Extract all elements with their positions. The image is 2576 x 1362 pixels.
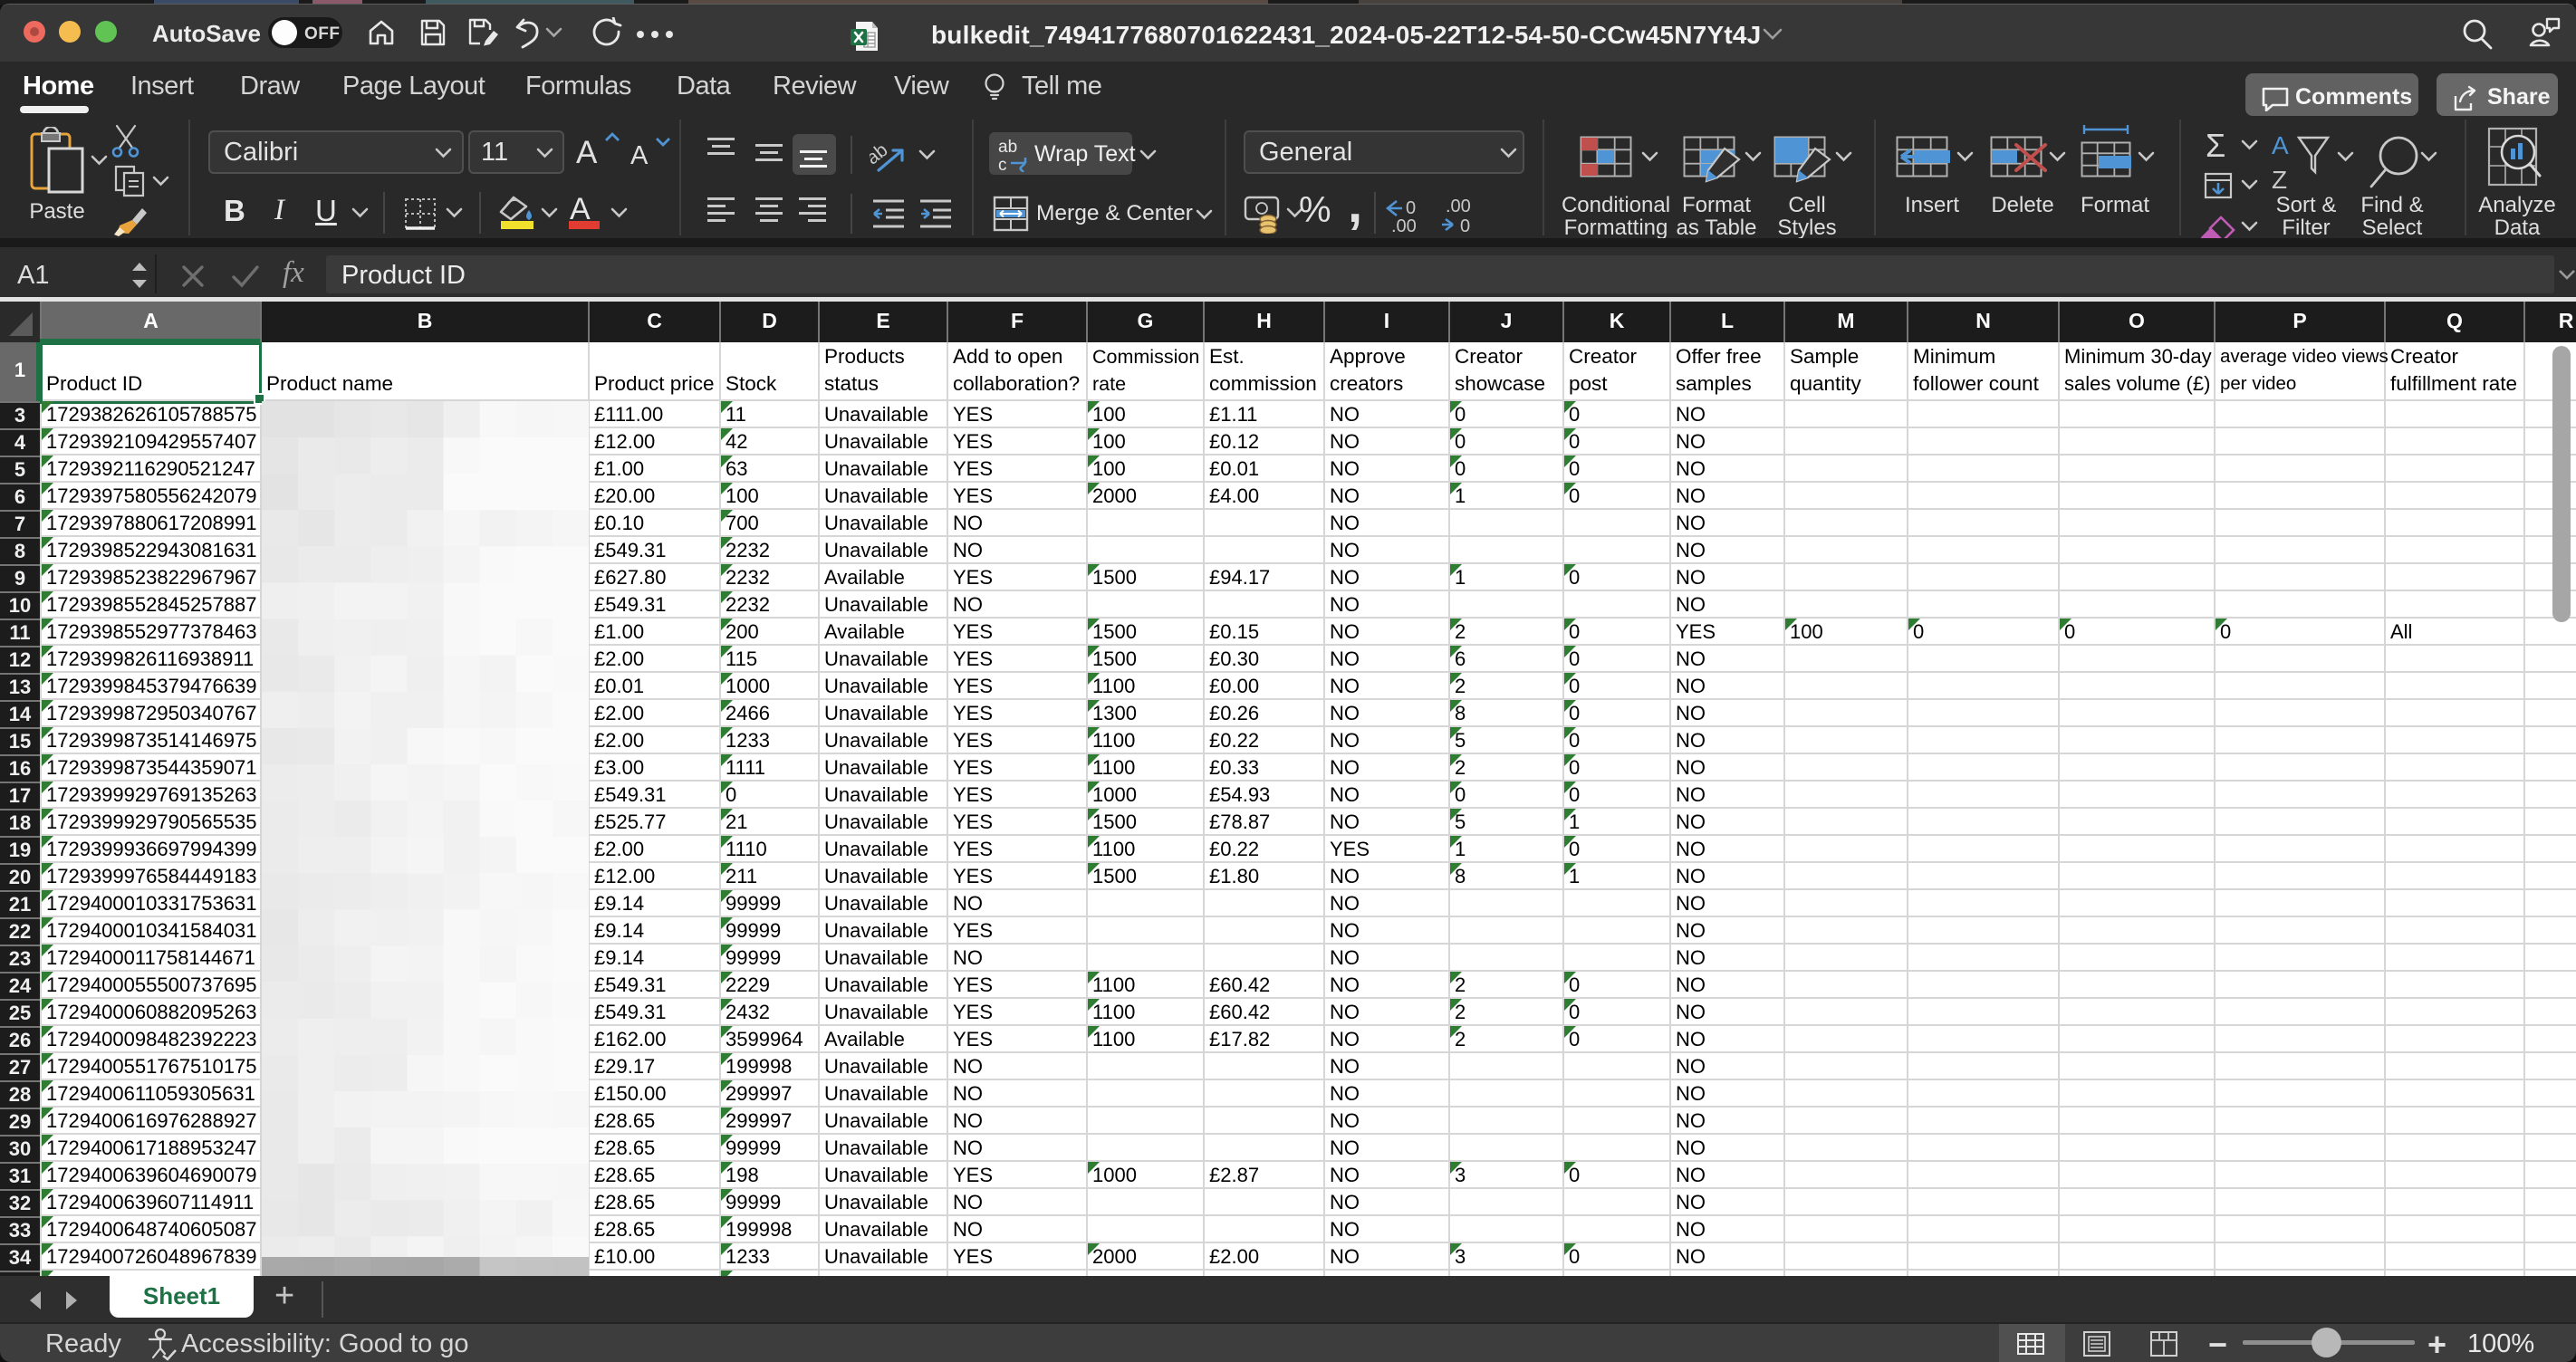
svg-text:ab: ab xyxy=(870,139,891,169)
svg-text:ab: ab xyxy=(998,138,1017,157)
svg-text:c: c xyxy=(998,156,1007,172)
svg-text:Z: Z xyxy=(2272,166,2287,194)
svg-text:0: 0 xyxy=(1460,216,1470,232)
svg-text:.00: .00 xyxy=(1446,197,1471,216)
svg-text:.00: .00 xyxy=(1391,216,1417,232)
svg-text:0: 0 xyxy=(1406,198,1416,218)
svg-text:A: A xyxy=(2272,132,2289,159)
